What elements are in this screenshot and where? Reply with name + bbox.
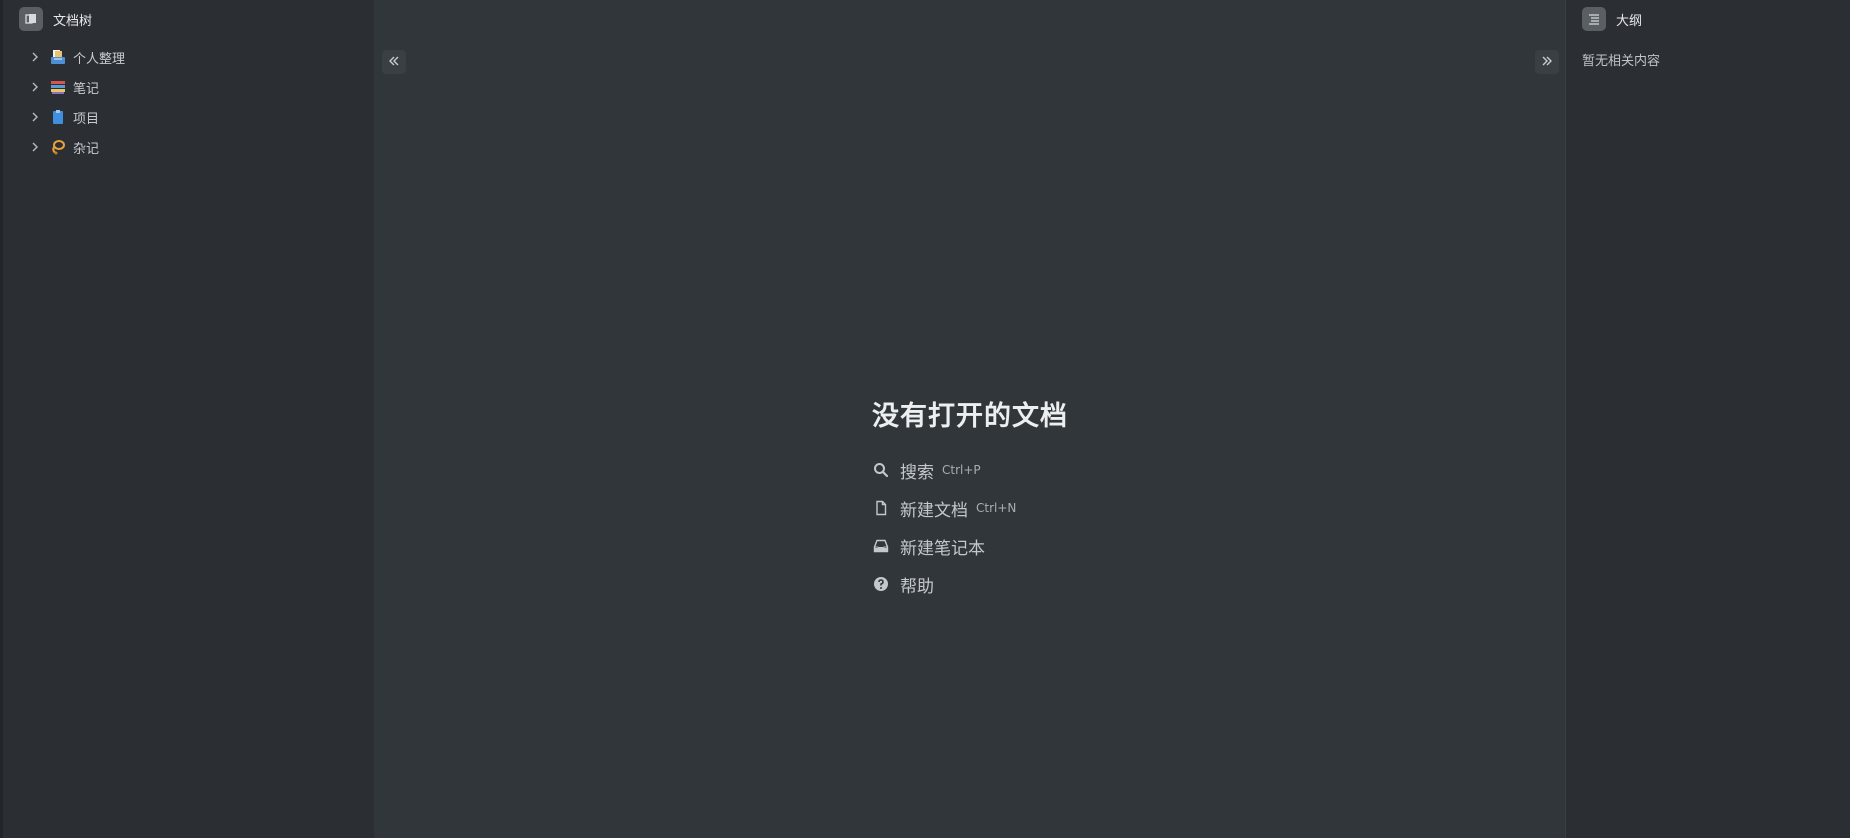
notebook-label: 项目 <box>73 111 100 127</box>
outline-empty-text: 暂无相关内容 <box>1582 54 1661 69</box>
help-label: 帮助 <box>900 576 934 597</box>
notebook-item-misc[interactable]: 杂记 <box>3 132 374 162</box>
file-icon <box>872 499 890 517</box>
notebook-label: 杂记 <box>73 141 100 157</box>
docs-stack-icon[interactable] <box>19 7 43 31</box>
collapse-right-button[interactable] <box>1535 50 1559 74</box>
new-doc-action[interactable]: 新建文档 Ctrl+N <box>872 489 1068 527</box>
chevron-right-icon[interactable] <box>29 111 41 123</box>
double-chevron-left-icon <box>387 53 401 72</box>
search-icon <box>872 461 890 479</box>
new-doc-shortcut: Ctrl+N <box>976 501 1017 515</box>
outline-panel: 大纲 暂无相关内容 <box>1565 0 1850 838</box>
help-action[interactable]: 帮助 <box>872 565 1068 603</box>
notebook-list: 个人整理 笔记 项目 杂记 <box>3 42 374 162</box>
notebook-label: 笔记 <box>73 81 100 97</box>
notebook-item-personal[interactable]: 个人整理 <box>3 42 374 72</box>
help-icon <box>872 575 890 593</box>
outline-title: 大纲 <box>1616 13 1643 29</box>
chevron-right-icon[interactable] <box>29 51 41 63</box>
search-action[interactable]: 搜索 Ctrl+P <box>872 451 1068 489</box>
inbox-icon <box>872 537 890 555</box>
outline-list-icon[interactable] <box>1582 7 1606 31</box>
search-label: 搜索 <box>900 462 934 483</box>
books-emoji <box>49 78 67 96</box>
clipboard-emoji <box>49 108 67 126</box>
chevron-right-icon[interactable] <box>29 141 41 153</box>
empty-title: 没有打开的文档 <box>872 401 1068 432</box>
new-notebook-label: 新建笔记本 <box>900 538 985 559</box>
inbox-tray-emoji <box>49 48 67 66</box>
notebook-label: 个人整理 <box>73 51 126 67</box>
lasso-emoji <box>49 138 67 156</box>
new-notebook-action[interactable]: 新建笔记本 <box>872 527 1068 565</box>
notebook-item-projects[interactable]: 项目 <box>3 102 374 132</box>
empty-state: 没有打开的文档 搜索 Ctrl+P 新建文档 Ctrl+N 新建笔记本 帮助 <box>872 394 1068 603</box>
notebook-item-notes[interactable]: 笔记 <box>3 72 374 102</box>
chevron-right-icon[interactable] <box>29 81 41 93</box>
collapse-left-button[interactable] <box>382 50 406 74</box>
doc-tree-panel: 文档树 个人整理 笔记 项目 杂记 <box>3 0 374 838</box>
double-chevron-right-icon <box>1540 53 1554 72</box>
search-shortcut: Ctrl+P <box>942 463 981 477</box>
outline-header: 大纲 <box>1566 0 1850 38</box>
doc-tree-header: 文档树 <box>3 0 374 38</box>
editor-area: 没有打开的文档 搜索 Ctrl+P 新建文档 Ctrl+N 新建笔记本 帮助 <box>374 0 1565 838</box>
app-window: 文档树 个人整理 笔记 项目 杂记 没有打开的文档 搜索 Ctrl+P 新建文档… <box>0 0 1850 838</box>
new-doc-label: 新建文档 <box>900 500 968 521</box>
doc-tree-title: 文档树 <box>53 13 93 29</box>
